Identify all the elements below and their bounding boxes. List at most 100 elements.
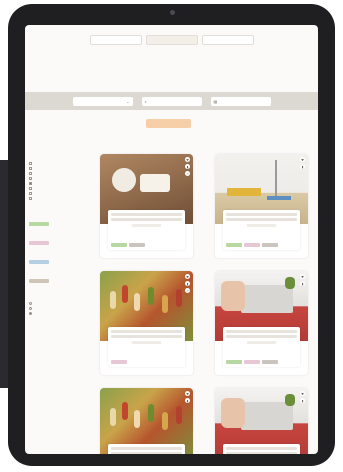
result-card[interactable]: ♥ ▮ ↗: [100, 154, 193, 258]
category-select[interactable]: ⌄: [72, 96, 133, 106]
bookmark-icon[interactable]: ▮: [185, 281, 190, 286]
tab-bar: [25, 25, 318, 55]
card-actions: ♥ ▮: [300, 274, 305, 286]
calendar-icon: ▦: [213, 98, 218, 104]
heart-icon[interactable]: ♥: [300, 274, 305, 279]
date-input[interactable]: ▦: [210, 96, 271, 106]
heart-icon[interactable]: ♥: [300, 391, 305, 396]
chevron-down-icon: ⌄: [126, 98, 130, 104]
heart-icon[interactable]: ♥: [185, 391, 190, 396]
card-title: [226, 213, 297, 216]
card-actions: ♥ ▮: [300, 157, 305, 169]
card-tags: [111, 360, 127, 364]
card-actions: ♥ ▮ ↗: [185, 157, 190, 176]
card-tags: [226, 243, 278, 247]
card-body: [108, 327, 185, 367]
radio[interactable]: [29, 302, 32, 305]
card-tag: [111, 243, 127, 247]
result-card[interactable]: ♥ ▮: [215, 388, 308, 454]
card-actions: ♥ ▮ ↗: [185, 274, 190, 293]
filter-sidebar: [29, 155, 81, 322]
card-tags: [111, 243, 145, 247]
radio[interactable]: [29, 312, 32, 315]
card-title-2: [111, 218, 182, 221]
heart-icon[interactable]: ♥: [185, 157, 190, 162]
filter-group-title: [29, 295, 81, 299]
card-tag: [129, 243, 145, 247]
checkbox[interactable]: [29, 177, 32, 180]
card-actions: ♥ ▮: [300, 391, 305, 403]
card-title-2: [111, 452, 182, 454]
tab-2[interactable]: [145, 35, 198, 45]
card-tag: [111, 360, 127, 364]
heart-icon[interactable]: ♥: [300, 157, 305, 162]
card-title: [111, 213, 182, 216]
checkbox[interactable]: [29, 192, 32, 195]
share-icon[interactable]: ↗: [185, 288, 190, 293]
heart-icon[interactable]: ♥: [185, 274, 190, 279]
checkbox[interactable]: [29, 167, 32, 170]
card-body: [108, 210, 185, 250]
card-body: [108, 444, 185, 454]
filter-tag[interactable]: [29, 260, 49, 264]
result-card[interactable]: ♥ ▮: [215, 271, 308, 375]
card-tags: [226, 360, 278, 364]
tab-1[interactable]: [89, 35, 142, 45]
card-meta: [247, 224, 276, 227]
card-meta: [132, 224, 161, 227]
filter-tag[interactable]: [29, 222, 49, 226]
card-title-2: [226, 452, 297, 454]
filter-group-3: [29, 295, 81, 316]
share-icon[interactable]: ↗: [185, 171, 190, 176]
filter-option[interactable]: [29, 311, 81, 316]
intro-text: [83, 59, 261, 63]
filter-group-title: [29, 155, 81, 159]
search-icon: ⌕: [144, 98, 147, 104]
filter-option[interactable]: [29, 196, 81, 201]
search-bar: ⌄ ⌕ ▦: [25, 92, 318, 110]
bookmark-icon[interactable]: ▮: [300, 164, 305, 169]
keyword-input[interactable]: ⌕: [141, 96, 202, 106]
filter-group-title: [29, 207, 81, 211]
card-title-2: [226, 335, 297, 338]
card-tag: [226, 243, 242, 247]
card-tag: [244, 243, 260, 247]
filter-group-2: [29, 207, 81, 289]
search-button[interactable]: [146, 119, 191, 128]
bookmark-icon[interactable]: ▮: [300, 281, 305, 286]
card-tag: [244, 360, 260, 364]
card-title-2: [111, 335, 182, 338]
result-card[interactable]: ♥ ▮: [100, 388, 193, 454]
card-title-2: [226, 218, 297, 221]
tablet-screen: ⌄ ⌕ ▦ ♥ ▮ ↗ ♥ ▮ ♥ ▮ ↗ ♥ ▮ ♥ ▮ ♥ ▮: [25, 25, 318, 454]
result-card[interactable]: ♥ ▮: [215, 154, 308, 258]
camera-dot: [169, 10, 175, 15]
checkbox[interactable]: [29, 172, 32, 175]
card-tag: [226, 360, 242, 364]
bookmark-icon[interactable]: ▮: [185, 398, 190, 403]
result-card[interactable]: ♥ ▮ ↗: [100, 271, 193, 375]
card-body: [223, 327, 300, 367]
card-meta: [132, 341, 161, 344]
card-actions: ♥ ▮: [185, 391, 190, 403]
card-title: [111, 447, 182, 450]
tablet-frame: ⌄ ⌕ ▦ ♥ ▮ ↗ ♥ ▮ ♥ ▮ ↗ ♥ ▮ ♥ ▮ ♥ ▮: [8, 4, 335, 466]
filter-tag[interactable]: [29, 241, 49, 245]
card-title: [111, 330, 182, 333]
checkbox[interactable]: [29, 187, 32, 190]
checkbox[interactable]: [29, 162, 32, 165]
card-tag: [262, 360, 278, 364]
bookmark-icon[interactable]: ▮: [300, 398, 305, 403]
filter-tag[interactable]: [29, 279, 49, 283]
filter-group-1: [29, 155, 81, 201]
card-title: [226, 447, 297, 450]
card-title: [226, 330, 297, 333]
checkbox[interactable]: [29, 182, 32, 185]
checkbox[interactable]: [29, 197, 32, 200]
card-body: [223, 444, 300, 454]
card-meta: [247, 341, 276, 344]
card-body: [223, 210, 300, 250]
radio[interactable]: [29, 307, 32, 310]
bookmark-icon[interactable]: ▮: [185, 164, 190, 169]
tab-3[interactable]: [201, 35, 254, 45]
